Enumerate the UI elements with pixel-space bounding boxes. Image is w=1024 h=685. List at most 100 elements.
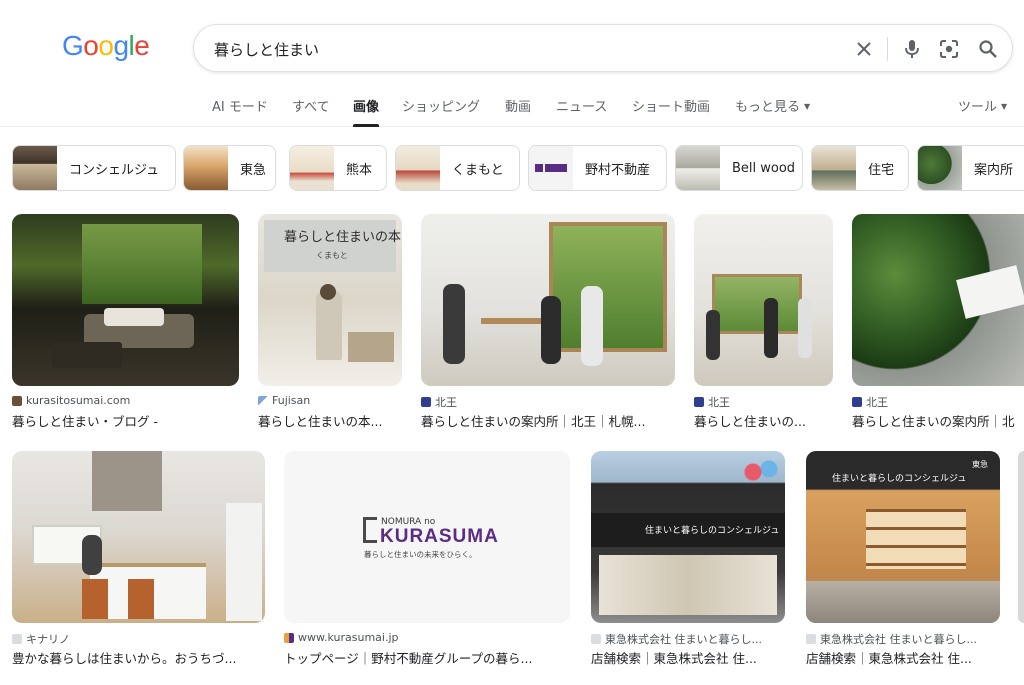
search-input[interactable] — [214, 37, 814, 61]
result-thumbnail — [1018, 451, 1024, 623]
thumb-shelf — [348, 332, 394, 362]
chip-housing[interactable]: 住宅 — [811, 145, 909, 191]
caret-down-icon: ▼ — [1001, 102, 1008, 111]
thumb-person — [541, 296, 561, 364]
search-tabs: AI モード すべて 画像 ショッピング 動画 ニュース ショート動画 もっと見… — [0, 90, 1024, 127]
favicon-icon — [12, 395, 22, 406]
thumb-table — [481, 318, 541, 324]
image-result[interactable]: 住まいと暮らしのコンシェルジュ 東急 東急株式会社 住まいと暮らし... 店舗検… — [806, 451, 1000, 671]
tab-ai-mode[interactable]: AI モード — [212, 96, 268, 127]
result-title: 豊かな暮らしは住まいから。おうちづ... — [12, 651, 237, 666]
microphone-icon[interactable] — [900, 37, 924, 61]
favicon-icon — [694, 397, 704, 407]
result-source: キナリノ — [12, 631, 70, 647]
thumb-balloons — [741, 457, 781, 487]
favicon-icon — [806, 634, 816, 644]
tab-label: 動画 — [505, 100, 532, 115]
source-label: 北王 — [866, 396, 888, 409]
tab-images[interactable]: 画像 — [353, 96, 380, 127]
clear-icon[interactable] — [852, 37, 876, 61]
caret-down-icon: ▼ — [804, 102, 811, 111]
favicon-icon — [258, 395, 268, 406]
image-result[interactable]: 北王 暮らしと住まいの案内所｜北王｜札幌... — [421, 214, 675, 434]
source-label: 東急株式会社 住まいと暮らし... — [605, 633, 762, 646]
tab-more[interactable]: もっと見る ▼ — [735, 96, 810, 127]
chip-tokyu[interactable]: 東急 — [183, 145, 276, 191]
tab-shopping[interactable]: ショッピング — [402, 96, 480, 127]
image-result[interactable]: 暮らしと住まいの本 くまもと Fujisan 暮らしと住まいの本... — [258, 214, 402, 434]
image-result[interactable]: kurasitosumai.com 暮らしと住まい・ブログ - — [12, 214, 239, 434]
thumb-table — [52, 342, 122, 368]
tab-all[interactable]: すべて — [292, 96, 330, 127]
image-result[interactable]: NOMURA no KURASUMA 暮らしと住まいの未来をひらく。 www.k… — [284, 451, 570, 671]
tab-label: 画像 — [353, 100, 380, 115]
tab-label: ニュース — [556, 100, 608, 115]
chip-concierge[interactable]: コンシェルジュ — [12, 145, 176, 191]
search-divider — [887, 37, 888, 61]
image-result[interactable]: キナリノ 豊かな暮らしは住まいから。おうちづ... — [12, 451, 265, 671]
thumb-stool — [82, 579, 108, 619]
result-source: kurasitosumai.com — [12, 394, 130, 407]
tab-videos[interactable]: 動画 — [505, 96, 531, 127]
kurasuma-logo-mark — [363, 517, 377, 543]
chip-label: 野村不動産 — [585, 162, 651, 178]
result-title: 暮らしと住まいの案内所｜北 — [852, 414, 1015, 429]
thumb-ceiling — [92, 451, 162, 511]
thumb-sign-sub: くまもと — [316, 251, 348, 260]
chip-label: Bell wood — [732, 160, 796, 176]
thumb-floor — [806, 581, 1000, 623]
thumb-logo-text: 東急 — [972, 460, 988, 469]
thumb-person — [706, 310, 720, 360]
chip-information-office[interactable]: 案内所 — [917, 145, 1024, 191]
result-source: 北王 — [694, 394, 730, 410]
tab-label: もっと見る — [735, 100, 801, 115]
thumb-person — [443, 284, 465, 364]
thumb-person — [316, 290, 342, 360]
result-title: 暮らしと住まいの本... — [258, 414, 383, 429]
logo-letter: e — [134, 30, 150, 61]
thumb-stool — [128, 579, 154, 619]
chip-thumbnail — [812, 146, 856, 190]
chip-label: 東急 — [240, 162, 267, 178]
chip-kumamoto-hiragana[interactable]: くまもと — [395, 145, 520, 191]
tab-tools[interactable]: ツール ▼ — [958, 96, 1007, 127]
thumb-window — [82, 224, 202, 304]
tab-label: すべて — [292, 100, 330, 115]
thumb-person — [764, 298, 778, 358]
result-thumbnail: 暮らしと住まいの本 くまもと — [258, 214, 402, 386]
favicon-icon — [852, 397, 862, 407]
result-title: トップページ｜野村不動産グループの暮ら... — [284, 651, 533, 666]
lens-camera-icon[interactable] — [937, 37, 961, 61]
thumb-shelves — [866, 509, 966, 569]
tab-label: ショート動画 — [632, 100, 711, 115]
result-title: 暮らしと住まいの案内所｜北王｜札幌... — [421, 414, 646, 429]
tab-label: ショッピング — [402, 100, 481, 115]
thumb-sign-title: 暮らしと住まいの本 — [284, 230, 402, 245]
result-thumbnail — [852, 214, 1024, 386]
result-source: 北王 — [421, 394, 457, 410]
image-result[interactable]: 北王 暮らしと住まいの案内所｜北 — [852, 214, 1024, 434]
tab-label: ツール — [958, 100, 998, 115]
result-source: Fujisan — [258, 394, 310, 407]
thumb-window — [712, 274, 802, 334]
chip-bell-wood[interactable]: Bell wood — [675, 145, 803, 191]
image-result-partial[interactable] — [1018, 451, 1024, 623]
search-icon[interactable] — [976, 37, 1000, 61]
tab-short-videos[interactable]: ショート動画 — [632, 96, 710, 127]
thumb-cushion — [104, 308, 164, 326]
favicon-icon — [284, 632, 294, 643]
source-label: 北王 — [708, 396, 730, 409]
result-thumbnail — [694, 214, 833, 386]
source-label: www.kurasumai.jp — [298, 631, 399, 644]
image-result[interactable]: 北王 暮らしと住まいの... — [694, 214, 833, 434]
favicon-icon — [421, 397, 431, 407]
chip-nomura-fudosan[interactable]: 野村不動産 — [528, 145, 667, 191]
result-thumbnail — [421, 214, 675, 386]
tab-news[interactable]: ニュース — [556, 96, 607, 127]
image-result[interactable]: 住まいと暮らしのコンシェルジュ 東急株式会社 住まいと暮らし... 店舗検索｜東… — [591, 451, 785, 671]
chip-label: くまもと — [452, 162, 504, 178]
google-logo[interactable]: Google — [62, 30, 150, 62]
chip-kumamoto[interactable]: 熊本 — [289, 145, 387, 191]
thumb-sign — [956, 265, 1024, 319]
result-title: 暮らしと住まいの... — [694, 414, 806, 429]
